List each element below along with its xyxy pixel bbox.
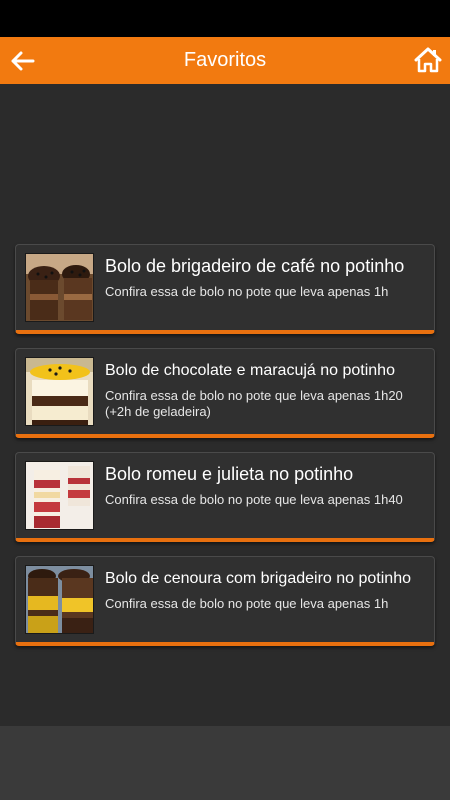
recipe-description: Confira essa de bolo no pote que leva ap…	[105, 596, 389, 611]
list-item[interactable]: Bolo romeu e julieta no potinho Confira …	[15, 452, 435, 542]
app-bar: Favoritos	[0, 37, 450, 84]
list-item[interactable]: Bolo de cenoura com brigadeiro no potinh…	[15, 556, 435, 646]
list-item[interactable]: Bolo de brigadeiro de café no potinho Co…	[15, 244, 435, 334]
recipe-thumbnail	[25, 357, 94, 426]
recipe-description: Confira essa de bolo no pote que leva ap…	[105, 388, 403, 419]
recipe-thumbnail	[25, 253, 94, 322]
favorites-content: Bolo de brigadeiro de café no potinho Co…	[0, 84, 450, 726]
arrow-left-icon	[11, 51, 35, 71]
recipe-title: Bolo romeu e julieta no potinho	[105, 464, 354, 484]
back-button[interactable]	[8, 47, 36, 75]
recipe-thumbnail	[25, 565, 94, 634]
recipe-title: Bolo de cenoura com brigadeiro no potinh…	[105, 570, 411, 587]
recipe-title: Bolo de brigadeiro de café no potinho	[105, 256, 405, 276]
recipe-description: Confira essa de bolo no pote que leva ap…	[105, 492, 403, 507]
status-bar	[0, 0, 450, 37]
recipe-title: Bolo de chocolate e maracujá no potinho	[105, 362, 395, 379]
home-button[interactable]	[414, 46, 442, 74]
list-item[interactable]: Bolo de chocolate e maracujá no potinho …	[15, 348, 435, 438]
favorites-list: Bolo de brigadeiro de café no potinho Co…	[15, 244, 435, 660]
bottom-area	[0, 726, 450, 800]
home-icon	[414, 47, 442, 73]
page-title: Favoritos	[183, 49, 267, 71]
recipe-thumbnail	[25, 461, 94, 530]
recipe-description: Confira essa de bolo no pote que leva ap…	[105, 284, 389, 299]
